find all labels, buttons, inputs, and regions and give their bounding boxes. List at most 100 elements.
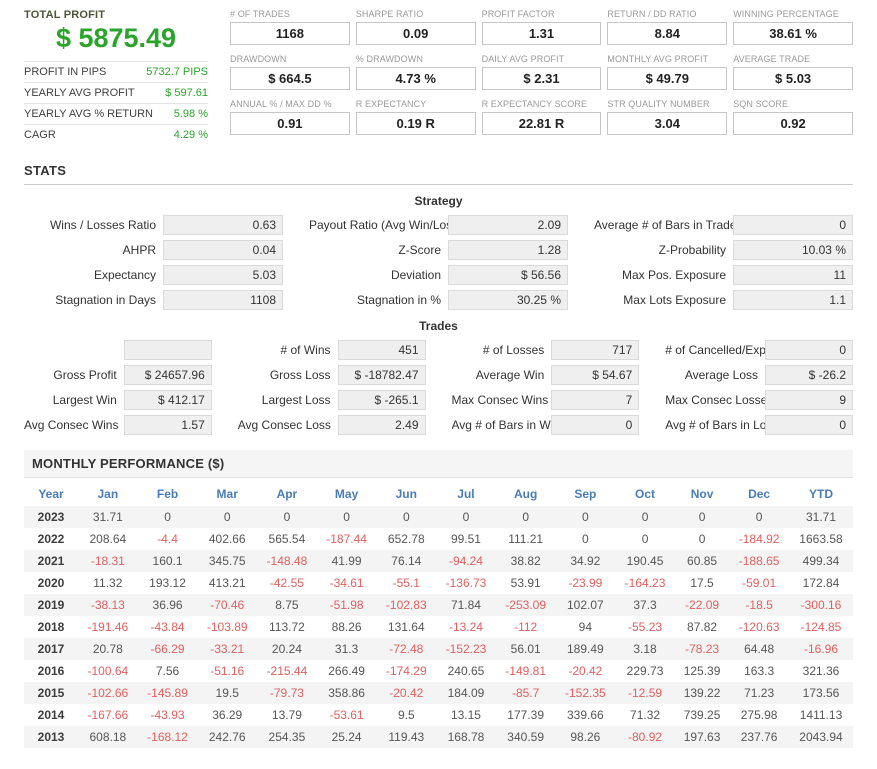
kpi-return-dd-ratio: RETURN / DD RATIO 8.84	[607, 9, 728, 45]
monthly-value-cell: -38.13	[90, 598, 125, 612]
monthly-year-cell: 2016	[37, 664, 65, 678]
total-profit-label: TOTAL PROFIT	[24, 9, 106, 21]
stat-value-box: $ 56.56	[448, 265, 568, 285]
monthly-value-cell: 64.48	[744, 642, 775, 656]
stat-stagnation-in-days: Stagnation in Days 1108	[24, 290, 283, 310]
stat-blank	[24, 340, 212, 360]
monthly-value-cell: 208.64	[89, 532, 127, 546]
monthly-value-cell: 652.78	[387, 532, 425, 546]
monthly-row-2020: 2020 11.32 193.12 413.21 -42.55 -34.61 -55.1 -1…	[24, 572, 853, 594]
monthly-year-cell: 2017	[37, 642, 65, 656]
monthly-value-cell: 36.29	[212, 708, 243, 722]
kpi-value-box: $ 664.5	[230, 67, 350, 90]
monthly-value-cell: -80.92	[628, 730, 663, 744]
stats-section-title: STATS	[24, 163, 67, 178]
monthly-value-cell: 608.18	[89, 730, 127, 744]
monthly-value-cell: 76.14	[391, 554, 422, 568]
monthly-value-cell: 2043.94	[799, 730, 843, 744]
monthly-col-jul: Jul	[457, 487, 475, 501]
monthly-col-mar: Mar	[216, 487, 238, 501]
stat-value-box: $ -265.1	[337, 390, 426, 410]
stat-wins-losses-ratio: Wins / Losses Ratio 0.63	[24, 215, 283, 235]
stat-avg-of-bars-in-losses: Avg # of Bars in Losses0	[665, 415, 853, 435]
monthly-value-cell: -20.42	[389, 686, 424, 700]
monthly-value-cell: 190.45	[626, 554, 664, 568]
monthly-value-cell: 0	[522, 510, 529, 524]
summary-row-yearly-avg-return: YEARLY AVG % RETURN 5.98 %	[24, 103, 208, 124]
monthly-value-cell: 131.64	[387, 620, 425, 634]
kpi-value-box: 0.19 R	[355, 112, 476, 135]
monthly-value-cell: -188.65	[738, 554, 780, 568]
stat-row: Stagnation in Days 1108 Stagnation in % 30.…	[24, 290, 853, 310]
stat-value-box: 9	[765, 390, 853, 410]
monthly-value-cell: 125.39	[683, 664, 721, 678]
monthly-value-cell: 0	[462, 510, 470, 524]
monthly-value-cell: -124.85	[800, 620, 842, 634]
kpi-label: SHARPE RATIO	[355, 9, 424, 19]
monthly-value-cell: 0	[582, 532, 589, 546]
monthly-value-cell: -152.23	[445, 642, 487, 656]
monthly-col-ytd: YTD	[809, 487, 833, 501]
monthly-value-cell: 7.56	[155, 664, 180, 678]
summary-row-yearly-avg-profit: YEARLY AVG PROFIT $ 597.61	[24, 82, 208, 103]
stat-label: Gross Loss	[269, 368, 331, 382]
monthly-value-cell: -149.81	[505, 664, 546, 678]
monthly-value-cell: -102.66	[87, 686, 129, 700]
monthly-year-cell: 2022	[37, 532, 65, 546]
summary-row-label: PROFIT IN PIPS	[24, 66, 107, 78]
stat-z-probability: Z-Probability 10.03 %	[594, 240, 853, 260]
monthly-value-cell: 499.34	[802, 554, 840, 568]
stat-gross-loss: Gross Loss $ -18782.47	[238, 365, 426, 385]
monthly-row-2016: 2016 -100.64 7.56 -51.16 -215.44 266.49 -174.2…	[24, 660, 853, 682]
monthly-col-oct: Oct	[635, 487, 656, 501]
kpi-value-box: 4.73 %	[355, 67, 476, 90]
stat-of-losses: # of Losses 717	[452, 340, 640, 360]
monthly-value-cell: 139.22	[683, 686, 721, 700]
summary-row-value: $ 597.61	[165, 87, 208, 99]
stats-section-header: STATS	[24, 158, 853, 185]
stat-label: Stagnation in %	[356, 293, 441, 307]
kpi-label: STR QUALITY NUMBER	[607, 99, 710, 109]
stat-max-pos-exposure: Max Pos. Exposure 11	[594, 265, 853, 285]
monthly-value-cell: 242.76	[208, 730, 246, 744]
monthly-year-cell: 2021	[37, 554, 65, 568]
stat-label: Avg # of Bars in Losses	[665, 418, 765, 432]
stat-label: AHPR	[122, 243, 156, 257]
stat-value-box: $ 412.17	[123, 390, 212, 410]
total-profit-value: $ 5875.49	[55, 23, 177, 53]
kpi-daily-avg-profit: DAILY AVG PROFIT $ 2.31	[481, 54, 602, 90]
stat-label: Avg # of Bars in Wins	[451, 418, 552, 432]
monthly-value-cell: 71.84	[450, 598, 481, 612]
stat-label: Expectancy	[93, 268, 156, 282]
stat-gross-profit: Gross Profit $ 24657.96	[24, 365, 212, 385]
monthly-value-cell: -94.24	[448, 554, 483, 568]
kpi-r-expectancy-score: R EXPECTANCY SCORE 22.81 R	[481, 99, 602, 135]
stat-ahpr: AHPR 0.04	[24, 240, 283, 260]
stat-deviation: Deviation $ 56.56	[309, 265, 568, 285]
monthly-value-cell: 0	[641, 510, 649, 524]
monthly-value-cell: -136.73	[445, 576, 487, 590]
monthly-year-cell: 2014	[37, 708, 65, 722]
stat-largest-win: Largest Win $ 412.17	[24, 390, 212, 410]
stat-value-box: $ -26.2	[765, 365, 853, 385]
monthly-value-cell: -78.23	[685, 642, 720, 656]
stat-value-box: 0	[551, 415, 640, 435]
monthly-row-2022: 2022 208.64 -4.4 402.66 565.54 -187.44 652.78 9…	[24, 528, 853, 550]
monthly-year-cell: 2020	[37, 576, 65, 590]
monthly-value-cell: 38.82	[510, 554, 541, 568]
monthly-row-2018: 2018 -191.46 -43.84 -103.89 113.72 88.26 131.6…	[24, 616, 853, 638]
kpi-label: MONTHLY AVG PROFIT	[607, 54, 709, 64]
monthly-col-aug: Aug	[513, 487, 538, 501]
stat-value-box: 717	[551, 340, 640, 360]
summary-row-value: 5732.7 PIPS	[146, 66, 208, 78]
kpi-value-box: $ 49.79	[607, 67, 728, 90]
monthly-value-cell: 193.12	[149, 576, 186, 590]
kpi-label: DRAWDOWN	[230, 54, 287, 64]
kpi-value-box: 22.81 R	[481, 112, 602, 135]
monthly-value-cell: -23.99	[568, 576, 603, 590]
monthly-value-cell: -184.92	[738, 532, 780, 546]
monthly-value-cell: 402.66	[208, 532, 246, 546]
monthly-performance-header: MONTHLY PERFORMANCE ($)	[24, 450, 853, 478]
monthly-value-cell: -51.98	[329, 598, 364, 612]
monthly-value-cell: 34.92	[570, 554, 601, 568]
